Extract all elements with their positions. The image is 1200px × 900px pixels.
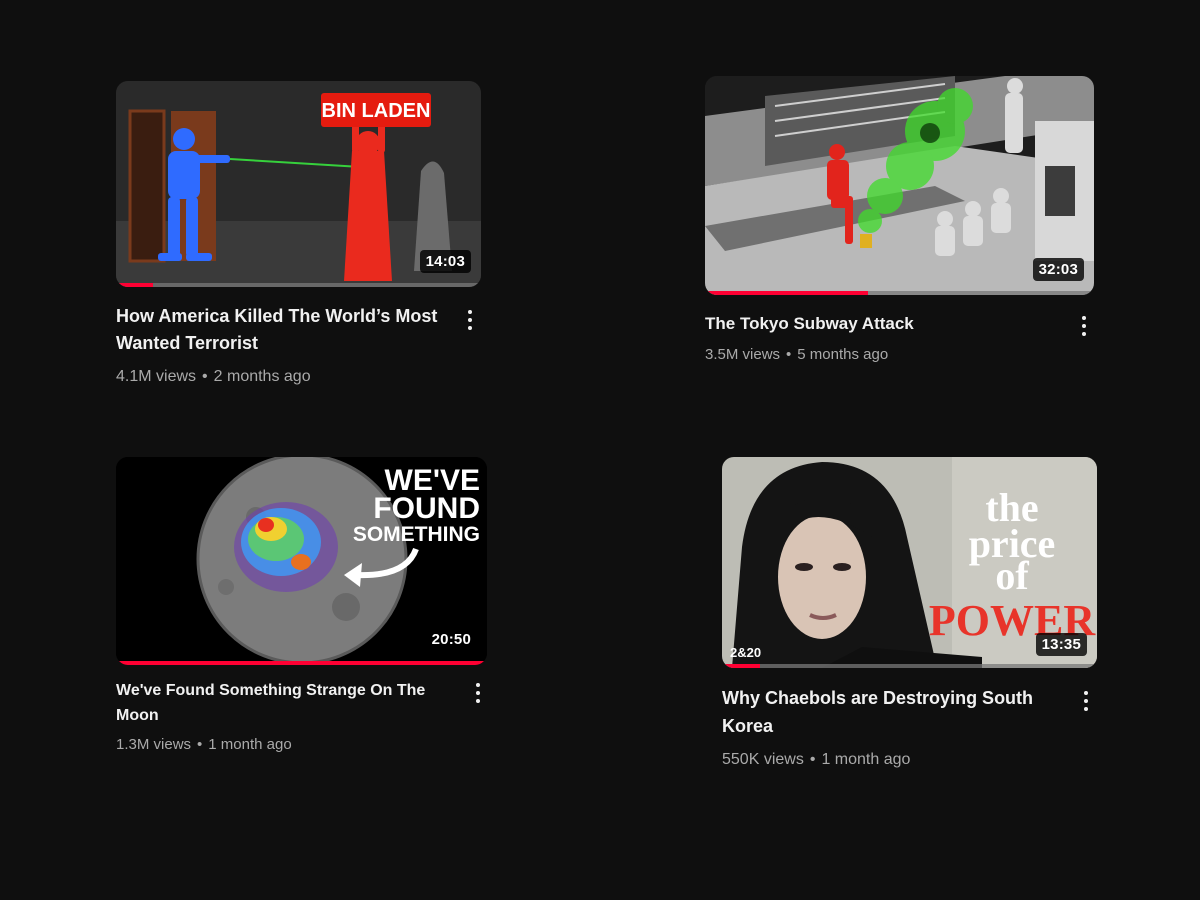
video-thumbnail[interactable]: 32:03: [705, 76, 1094, 295]
video-title[interactable]: The Tokyo Subway Attack: [705, 310, 1035, 337]
dot-icon: [468, 326, 472, 330]
view-count: 3.5M views: [705, 346, 781, 363]
meta-separator: •: [197, 736, 203, 753]
video-duration: 14:03: [419, 250, 471, 273]
video-card[interactable]: WE'VE FOUND SOMETHING 20:50 We've Found …: [116, 457, 496, 757]
dot-icon: [1084, 691, 1088, 695]
dot-icon: [476, 691, 480, 695]
video-card[interactable]: BIN LADEN 14:03 How America Killed The W…: [116, 81, 496, 401]
upload-age: 1 month ago: [208, 736, 292, 753]
upload-age: 5 months ago: [797, 346, 889, 363]
more-options-button[interactable]: [1074, 312, 1094, 340]
more-options-button[interactable]: [468, 679, 488, 707]
thumbnail-caption: BIN LADEN: [322, 100, 431, 122]
video-thumbnail[interactable]: WE'VE FOUND SOMETHING 20:50: [116, 457, 487, 665]
watch-progress-fill: [722, 664, 760, 668]
watch-progress-fill: [116, 661, 487, 665]
view-count: 550K views: [722, 751, 804, 768]
dot-icon: [1082, 332, 1086, 336]
video-metadata: 3.5M views • 5 months ago: [705, 346, 888, 363]
dot-icon: [1084, 699, 1088, 703]
dot-icon: [468, 310, 472, 314]
video-duration: 20:50: [431, 631, 471, 648]
dot-icon: [1084, 707, 1088, 711]
watch-progress-bar: [116, 661, 487, 665]
video-title[interactable]: Why Chaebols are Destroying South Korea: [722, 684, 1052, 740]
thumbnail-caption-line: SOMETHING: [353, 523, 480, 546]
watch-progress-bar: [705, 291, 1094, 295]
video-thumbnail[interactable]: BIN LADEN 14:03: [116, 81, 481, 287]
video-card[interactable]: the price of POWER 2&20 13:35 Why Chaebo…: [722, 457, 1102, 777]
upload-age: 1 month ago: [821, 751, 911, 768]
video-duration: 13:35: [1035, 633, 1087, 656]
video-metadata: 4.1M views • 2 months ago: [116, 368, 311, 386]
meta-separator: •: [809, 751, 816, 768]
channel-watermark: 2&20: [730, 645, 762, 660]
video-duration: 32:03: [1032, 258, 1084, 281]
thumbnail-caption-line: FOUND: [373, 492, 480, 525]
video-metadata: 1.3M views • 1 month ago: [116, 736, 292, 753]
more-options-button[interactable]: [1076, 687, 1096, 715]
video-title[interactable]: How America Killed The World’s Most Want…: [116, 303, 446, 357]
dot-icon: [1082, 316, 1086, 320]
dot-icon: [476, 699, 480, 703]
meta-separator: •: [202, 368, 208, 385]
upload-age: 2 months ago: [213, 368, 311, 385]
more-options-button[interactable]: [460, 306, 480, 334]
view-count: 1.3M views: [116, 736, 192, 753]
video-thumbnail[interactable]: the price of POWER 2&20 13:35: [722, 457, 1097, 668]
view-count: 4.1M views: [116, 368, 197, 385]
thumbnail-caption-line: of: [995, 553, 1029, 598]
dot-icon: [476, 683, 480, 687]
video-title[interactable]: We've Found Something Strange On The Moo…: [116, 678, 446, 728]
watch-progress-fill: [705, 291, 869, 295]
meta-separator: •: [786, 346, 792, 363]
dot-icon: [1082, 324, 1086, 328]
watch-progress-bar: [722, 664, 1097, 668]
dot-icon: [468, 318, 472, 322]
video-card[interactable]: 32:03 The Tokyo Subway Attack 3.5M views…: [705, 76, 1100, 376]
watch-progress-bar: [116, 283, 481, 287]
watch-progress-fill: [116, 283, 153, 287]
video-metadata: 550K views • 1 month ago: [722, 751, 910, 769]
